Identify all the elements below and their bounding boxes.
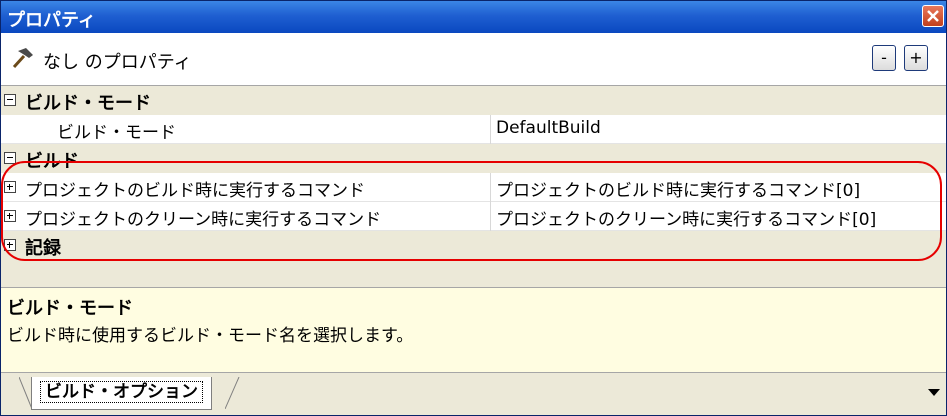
expand-icon[interactable] <box>4 181 16 193</box>
title-bar[interactable]: プロパティ <box>1 1 946 33</box>
property-grid: ビルド・モード ビルド・モード DefaultBuild ビルド プロジェクトの… <box>1 86 946 286</box>
collapse-icon[interactable] <box>4 94 16 106</box>
category-build[interactable]: ビルド <box>1 144 946 173</box>
tab-bar: ビルド・オプション <box>1 373 946 415</box>
property-name: プロジェクトのビルド時に実行するコマンド <box>25 181 365 201</box>
property-name: ビルド・モード <box>57 123 176 143</box>
category-label: 記録 <box>25 238 61 259</box>
tab-label: ビルド・オプション <box>40 381 203 403</box>
properties-toolbar: なし のプロパティ - + <box>1 33 946 86</box>
category-log[interactable]: 記録 <box>1 231 946 260</box>
close-icon <box>927 10 939 22</box>
property-value[interactable]: DefaultBuild <box>496 118 601 138</box>
property-name: プロジェクトのクリーン時に実行するコマンド <box>25 210 382 230</box>
property-value[interactable]: プロジェクトのビルド時に実行するコマンド[0] <box>496 176 860 201</box>
collapse-icon[interactable] <box>4 152 16 164</box>
window-title: プロパティ <box>7 10 96 31</box>
target-label: なし のプロパティ <box>43 52 192 73</box>
property-row-build-command[interactable]: プロジェクトのビルド時に実行するコマンド プロジェクトのビルド時に実行するコマン… <box>1 173 946 202</box>
description-panel: ビルド・モード ビルド時に使用するビルド・モード名を選択します。 <box>1 287 946 373</box>
close-button[interactable] <box>922 5 944 27</box>
property-row-build-mode[interactable]: ビルド・モード DefaultBuild <box>1 115 946 144</box>
tab-edge <box>225 377 240 409</box>
column-divider[interactable] <box>490 115 491 144</box>
column-divider[interactable] <box>490 202 491 231</box>
collapse-all-button[interactable]: - <box>872 45 896 71</box>
description-title: ビルド・モード <box>7 298 133 319</box>
tab-build-options[interactable]: ビルド・オプション <box>31 377 212 410</box>
property-value[interactable]: プロジェクトのクリーン時に実行するコマンド[0] <box>496 205 876 230</box>
expand-icon[interactable] <box>4 210 16 222</box>
expand-all-button[interactable]: + <box>904 45 928 71</box>
expand-icon[interactable] <box>4 239 16 251</box>
category-label: ビルド <box>25 151 79 172</box>
property-row-clean-command[interactable]: プロジェクトのクリーン時に実行するコマンド プロジェクトのクリーン時に実行するコ… <box>1 202 946 231</box>
hammer-icon <box>12 48 33 69</box>
column-divider[interactable] <box>490 173 491 202</box>
category-label: ビルド・モード <box>25 93 151 114</box>
tab-menu-arrow-icon[interactable] <box>928 389 940 396</box>
category-build-mode[interactable]: ビルド・モード <box>1 86 946 115</box>
description-text: ビルド時に使用するビルド・モード名を選択します。 <box>7 326 414 346</box>
properties-window: プロパティ なし のプロパティ - + ビルド・モード ビルド・モード Defa… <box>0 0 947 416</box>
